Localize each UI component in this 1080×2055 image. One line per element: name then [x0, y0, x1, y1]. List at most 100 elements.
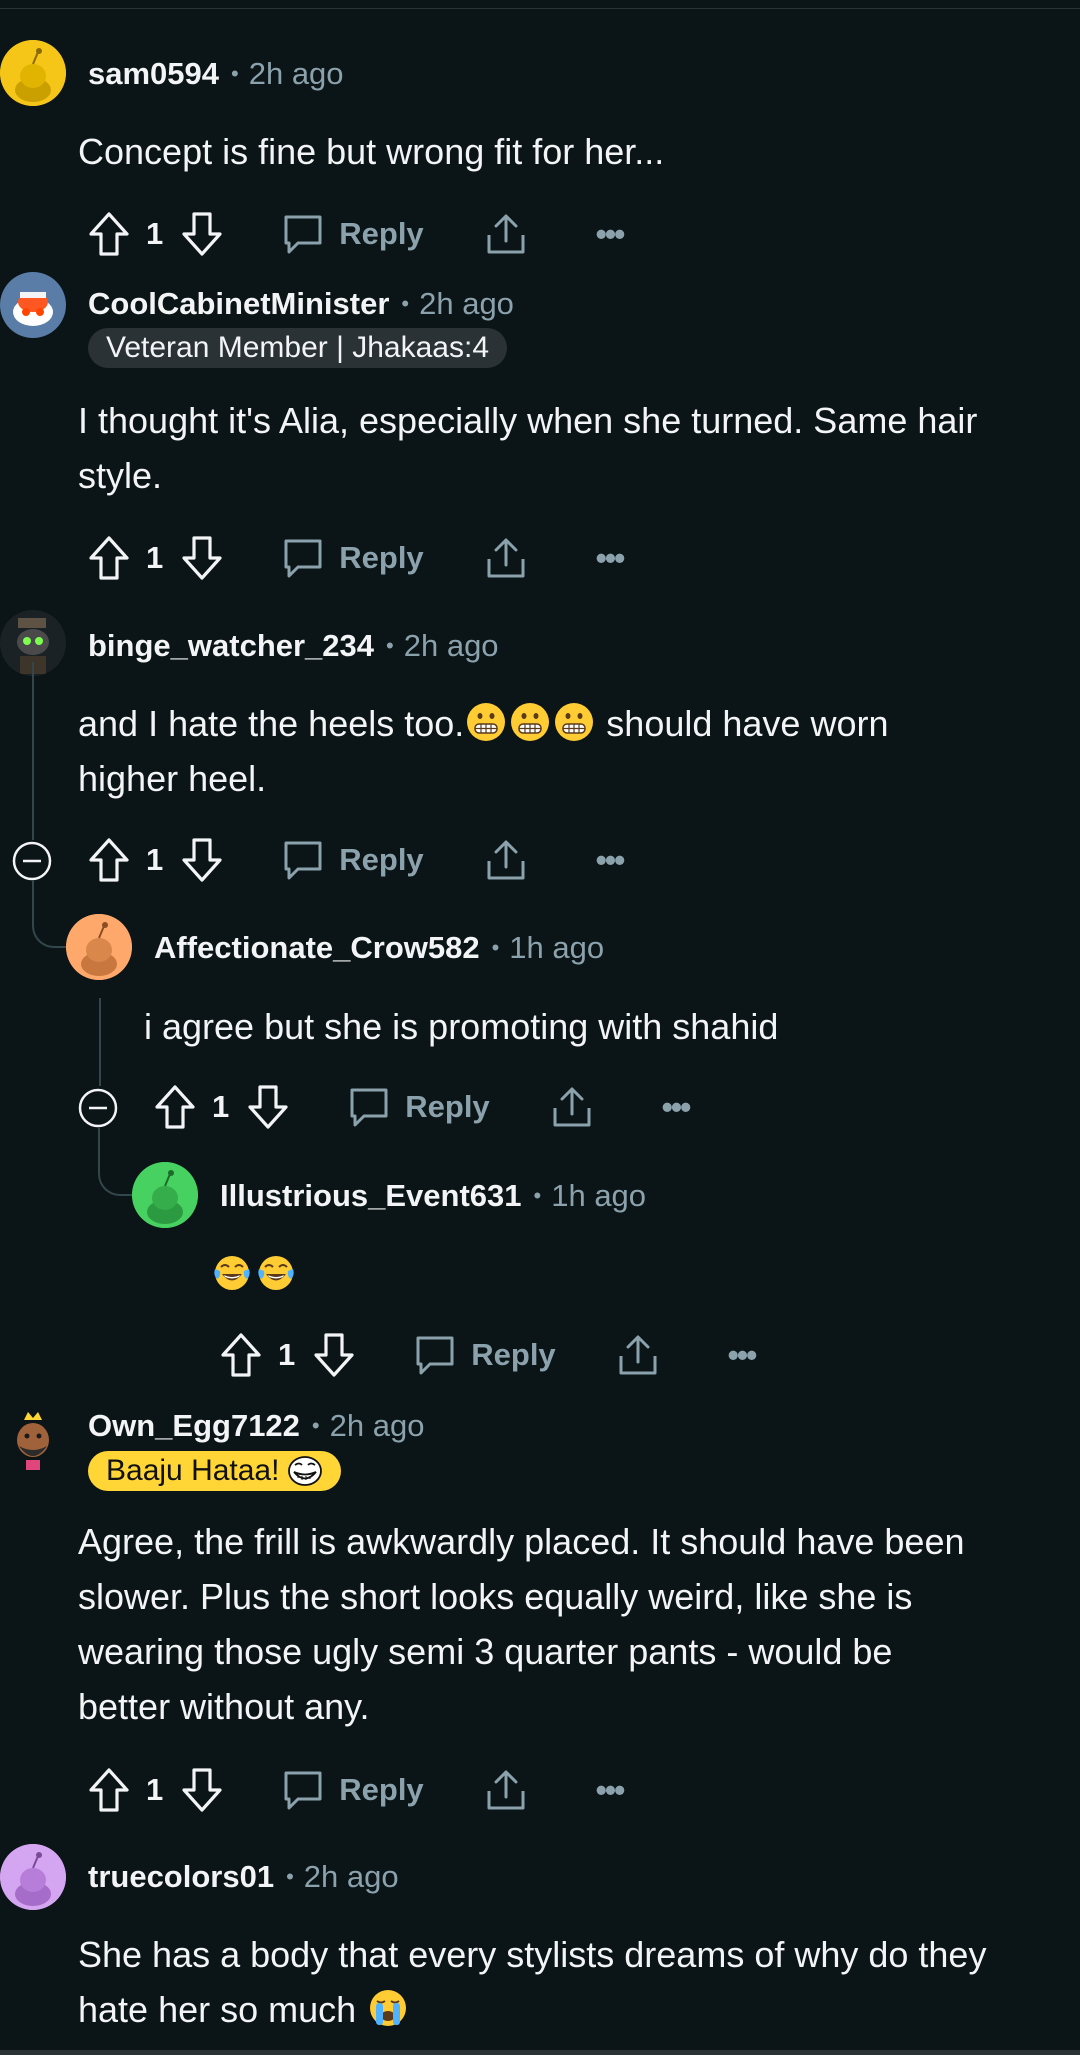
comment-body: She has a body that every stylists dream…: [78, 1927, 986, 2037]
reply-button[interactable]: Reply: [281, 1768, 424, 1812]
collapse-thread-icon[interactable]: [78, 1088, 118, 1128]
upvote-icon: [221, 1333, 261, 1377]
avatar[interactable]: [0, 1406, 66, 1472]
comment-body-line: slower. Plus the short looks equally wei…: [78, 1576, 913, 1617]
share-button[interactable]: [550, 1084, 594, 1130]
comment-body: [210, 1247, 298, 1302]
reply-button[interactable]: Reply: [281, 838, 424, 882]
tears-of-joy-emoji-icon: [212, 1253, 252, 1293]
reply-label: Reply: [405, 1089, 490, 1124]
vote-count: 1: [146, 216, 164, 251]
timestamp: 2h ago: [303, 1859, 399, 1894]
avatar[interactable]: [66, 914, 132, 980]
comment-meta: Own_Egg7122 • 2h ago: [88, 1404, 424, 1448]
thread-line: [32, 662, 34, 840]
comment-body: and I hate the heels too. should have wo…: [78, 696, 888, 806]
timestamp: 2h ago: [403, 628, 499, 663]
downvote-button[interactable]: [181, 211, 223, 257]
upvote-button[interactable]: [88, 535, 130, 581]
thread-branch: [32, 880, 68, 948]
more-options-icon[interactable]: •••: [596, 542, 626, 574]
upvote-button[interactable]: [88, 211, 130, 257]
more-options-icon[interactable]: •••: [596, 218, 626, 250]
username[interactable]: sam0594: [88, 56, 219, 92]
upvote-button[interactable]: [88, 837, 130, 883]
downvote-button[interactable]: [247, 1084, 289, 1130]
username[interactable]: Own_Egg7122: [88, 1408, 300, 1444]
reply-button[interactable]: Reply: [347, 1085, 490, 1129]
comment-meta: Affectionate_Crow582 • 1h ago: [154, 926, 604, 970]
flair-text: Baaju Hataa!: [106, 1454, 280, 1487]
comment-body: Concept is fine but wrong fit for her...: [78, 131, 665, 172]
timestamp: 2h ago: [419, 286, 514, 321]
share-button[interactable]: [484, 837, 528, 883]
share-icon: [553, 1087, 591, 1127]
comment-meta: Illustrious_Event631 • 1h ago: [220, 1174, 646, 1218]
avatar[interactable]: [0, 40, 66, 106]
comment-bubble-icon: [284, 215, 322, 254]
avatar[interactable]: [132, 1162, 198, 1228]
upvote-button[interactable]: [154, 1084, 196, 1130]
reply-button[interactable]: Reply: [413, 1333, 556, 1377]
upvote-button[interactable]: [88, 1767, 130, 1813]
upvote-button[interactable]: [220, 1332, 262, 1378]
downvote-button[interactable]: [313, 1332, 355, 1378]
loudly-crying-emoji-icon: [368, 1988, 408, 2028]
tears-of-joy-emoji-icon: [256, 1253, 296, 1293]
comment-body: Agree, the frill is awkwardly placed. It…: [78, 1514, 964, 1734]
share-icon: [619, 1335, 657, 1375]
share-button[interactable]: [484, 535, 528, 581]
avatar[interactable]: [0, 1844, 66, 1910]
comment-bubble-icon: [416, 1336, 454, 1375]
downvote-button[interactable]: [181, 535, 223, 581]
share-button[interactable]: [484, 1767, 528, 1813]
comment-bubble-icon: [284, 841, 322, 880]
downvote-icon: [182, 1768, 222, 1812]
more-options-icon[interactable]: •••: [596, 1774, 626, 1806]
vote-count: 1: [278, 1337, 296, 1372]
comment-body: i agree but she is promoting with shahid: [144, 1006, 779, 1047]
username[interactable]: CoolCabinetMinister: [88, 286, 389, 322]
top-divider: [0, 0, 1080, 9]
separator-dot: •: [401, 291, 410, 316]
more-options-icon[interactable]: •••: [662, 1091, 692, 1123]
more-options-icon[interactable]: •••: [728, 1339, 758, 1371]
downvote-button[interactable]: [181, 1767, 223, 1813]
share-icon: [487, 538, 525, 578]
grimacing-emoji-icon: [554, 702, 594, 742]
comment-body-line: hate her so much: [78, 1982, 986, 2037]
reply-label: Reply: [339, 842, 424, 877]
username[interactable]: Affectionate_Crow582: [154, 930, 480, 966]
downvote-button[interactable]: [181, 837, 223, 883]
reply-button[interactable]: Reply: [281, 212, 424, 256]
reply-label: Reply: [339, 1772, 424, 1807]
username[interactable]: binge_watcher_234: [88, 628, 374, 664]
username[interactable]: truecolors01: [88, 1859, 274, 1895]
comment-body-line: wearing those ugly semi 3 quarter pants …: [78, 1631, 893, 1672]
reply-button[interactable]: Reply: [281, 536, 424, 580]
timestamp: 2h ago: [248, 56, 344, 91]
comment-meta: sam0594 • 2h ago: [88, 52, 344, 96]
comment-actions: 1 Reply •••: [220, 1325, 758, 1385]
downvote-icon: [182, 838, 222, 882]
trollface-emoji-icon: [287, 1453, 323, 1489]
more-options-icon[interactable]: •••: [596, 844, 626, 876]
separator-dot: •: [491, 935, 500, 960]
comment-body-text: should have worn: [596, 703, 889, 744]
share-icon: [487, 840, 525, 880]
collapse-thread-icon[interactable]: [12, 841, 52, 881]
username[interactable]: Illustrious_Event631: [220, 1178, 522, 1214]
vote-count: 1: [146, 842, 164, 877]
comment-body-line: Agree, the frill is awkwardly placed. It…: [78, 1521, 965, 1562]
comment-actions: 1 Reply •••: [88, 1760, 626, 1820]
downvote-icon: [182, 212, 222, 256]
comment-body-line: better without any.: [78, 1686, 370, 1727]
upvote-icon: [89, 1768, 129, 1812]
avatar[interactable]: [0, 272, 66, 338]
share-icon: [487, 214, 525, 254]
share-button[interactable]: [616, 1332, 660, 1378]
share-button[interactable]: [484, 211, 528, 257]
comment-actions: 1 Reply •••: [88, 830, 626, 890]
separator-dot: •: [311, 1413, 320, 1438]
thread-line: [99, 998, 101, 1086]
